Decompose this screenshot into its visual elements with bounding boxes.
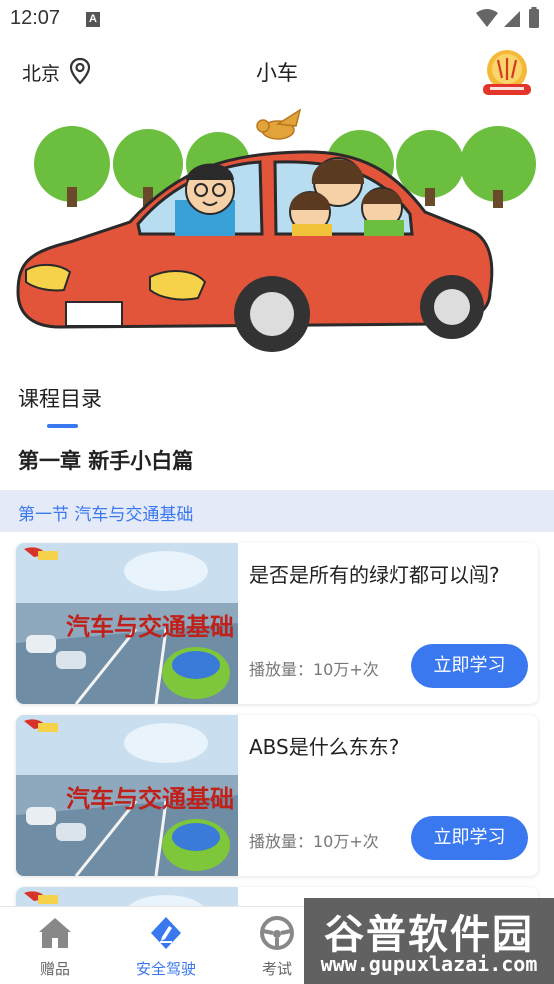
status-icons — [476, 7, 539, 28]
chapter-title: 第一章 新手小白篇 — [18, 449, 194, 473]
tab-indicator — [47, 424, 78, 428]
section-header: 第一节 汽车与交通基础 — [0, 490, 554, 532]
app-header: 北京 小车 — [0, 40, 554, 102]
thumbnail-caption: 汽车与交通基础 — [66, 612, 234, 641]
safe-driving-icon — [151, 917, 181, 949]
watermark-url: www.gupuxlazai.com — [320, 952, 538, 976]
status-bar: 12:07 A — [0, 0, 554, 40]
family-car-illustration — [16, 108, 536, 352]
lesson-title[interactable]: 是否是所有的绿灯都可以闯? — [249, 561, 519, 590]
section-title: 第一节 汽车与交通基础 — [18, 505, 194, 525]
start-learning-button[interactable]: 立即学习 — [411, 816, 528, 860]
lesson-thumbnail[interactable]: 汽车与交通基础 — [16, 543, 238, 704]
wifi-icon — [476, 9, 498, 27]
start-learning-button[interactable]: 立即学习 — [411, 644, 528, 688]
lesson-thumbnail[interactable]: 汽车与交通基础 — [16, 715, 238, 876]
nav-item-gifts[interactable]: 赠品 — [0, 907, 110, 984]
nav-label: 赠品 — [39, 960, 70, 978]
lesson-title[interactable]: ABS是什么东东? — [249, 733, 519, 762]
lesson-play-count: 播放量：10万+次 — [249, 832, 379, 851]
car-headlight — [25, 264, 72, 292]
signal-icon — [504, 11, 520, 27]
banner-illustration[interactable] — [0, 102, 554, 364]
lesson-card[interactable]: 汽车与交通基础 是否是所有的绿灯都可以闯? 播放量：10万+次 立即学习 — [16, 543, 538, 704]
battery-icon — [529, 9, 539, 28]
site-watermark: 谷普软件园 www.gupuxlazai.com — [304, 898, 554, 984]
notification-icon: A — [86, 12, 100, 27]
traffic-thumbnail-image: 汽车与交通基础 — [16, 543, 238, 704]
promo-badge-icon[interactable] — [480, 48, 534, 96]
thumbnail-caption: 汽车与交通基础 — [66, 784, 234, 813]
bird — [256, 108, 302, 140]
lesson-card[interactable]: 汽车与交通基础 ABS是什么东东? 播放量：10万+次 立即学习 — [16, 715, 538, 876]
car-plate — [65, 301, 123, 327]
lesson-play-count: 播放量：10万+次 — [249, 660, 379, 679]
nav-item-safe-driving[interactable]: 安全驾驶 — [111, 907, 221, 984]
steering-wheel-icon — [260, 916, 294, 950]
traffic-thumbnail-image: 汽车与交通基础 — [16, 715, 238, 876]
tab-course-catalog[interactable]: 课程目录 — [18, 383, 102, 413]
page-title: 小车 — [256, 61, 298, 85]
home-icon — [39, 918, 71, 948]
status-time: 12:07 — [10, 7, 61, 29]
nav-label: 安全驾驶 — [135, 960, 196, 978]
